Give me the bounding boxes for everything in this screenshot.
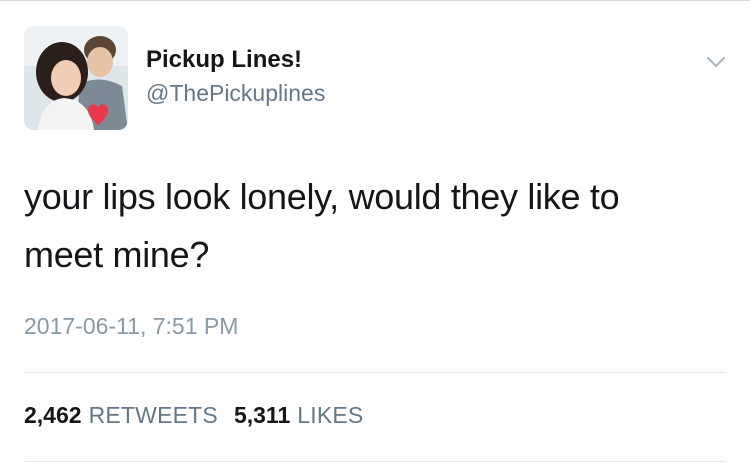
chevron-down-icon[interactable] [704, 50, 728, 74]
tweet-header: Pickup Lines! @ThePickuplines [24, 26, 726, 130]
author-handle[interactable]: @ThePickuplines [146, 80, 325, 107]
author-name[interactable]: Pickup Lines! [146, 46, 302, 74]
likes-label: LIKES [297, 402, 364, 428]
avatar-image [24, 26, 128, 130]
retweets-label: RETWEETS [88, 402, 218, 428]
tweet-text: your lips look lonely, would they like t… [24, 168, 724, 284]
top-border [0, 0, 750, 1]
likes-count: 5,311 [233, 402, 291, 428]
divider [24, 461, 726, 462]
avatar[interactable] [24, 26, 128, 130]
tweet-timestamp[interactable]: 2017-06-11, 7:51 PM [24, 313, 238, 340]
likes-stat[interactable]: 5,311 LIKES [234, 402, 364, 429]
tweet-stats: 2,462 RETWEETS 5,311 LIKES [24, 402, 379, 429]
retweets-count: 2,462 [24, 402, 82, 428]
divider [24, 372, 726, 373]
retweets-stat[interactable]: 2,462 RETWEETS [24, 402, 218, 429]
tweet-text-line-1: your lips look lonely, would they like t… [24, 176, 620, 217]
tweet-text-line-2: meet mine? [24, 234, 210, 275]
